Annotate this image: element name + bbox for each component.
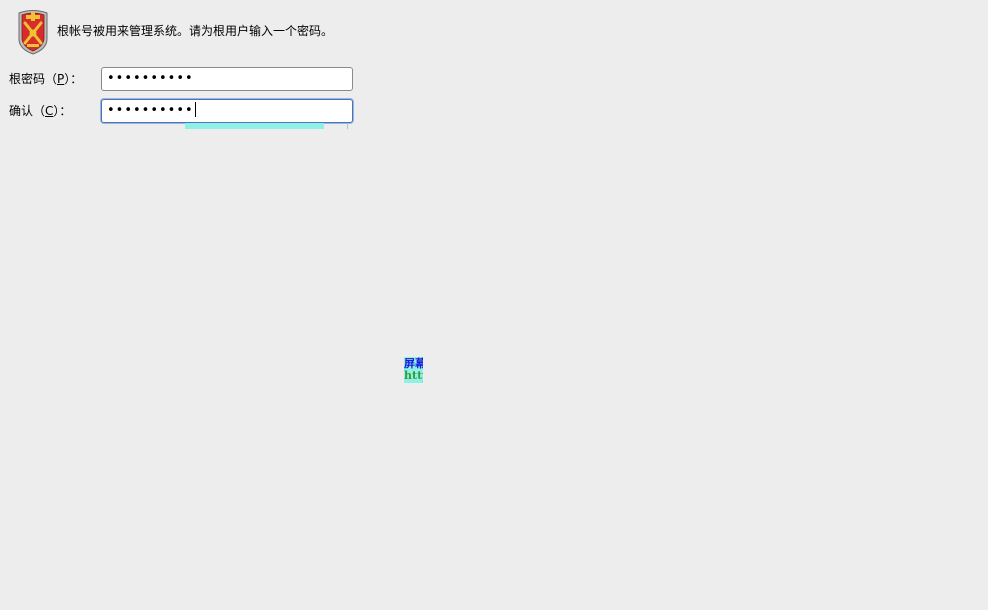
confirm-password-label-prefix: 确认（ bbox=[9, 104, 46, 118]
confirm-password-label-suffix: ）： bbox=[53, 104, 72, 118]
intro-text: 根帐号被用来管理系统。请为根用户输入一个密码。 bbox=[57, 24, 334, 38]
watermark-line2: http bbox=[404, 369, 423, 382]
confirm-password-label: 确认（C）： bbox=[9, 103, 71, 119]
root-password-input[interactable]: •••••••••• bbox=[101, 67, 353, 91]
watermark-strip bbox=[185, 123, 324, 129]
root-shield-icon bbox=[18, 10, 48, 55]
watermark-badge: 屏幕 http bbox=[404, 357, 423, 383]
watermark-tick bbox=[347, 123, 348, 129]
text-caret bbox=[194, 102, 196, 117]
root-password-label-prefix: 根密码（ bbox=[9, 72, 58, 86]
root-password-label: 根密码（P）： bbox=[9, 71, 82, 87]
confirm-password-value: •••••••••• bbox=[107, 103, 194, 118]
confirm-password-input[interactable]: •••••••••• bbox=[101, 99, 353, 123]
root-password-value: •••••••••• bbox=[107, 71, 194, 86]
root-password-label-suffix: ）： bbox=[64, 72, 83, 86]
